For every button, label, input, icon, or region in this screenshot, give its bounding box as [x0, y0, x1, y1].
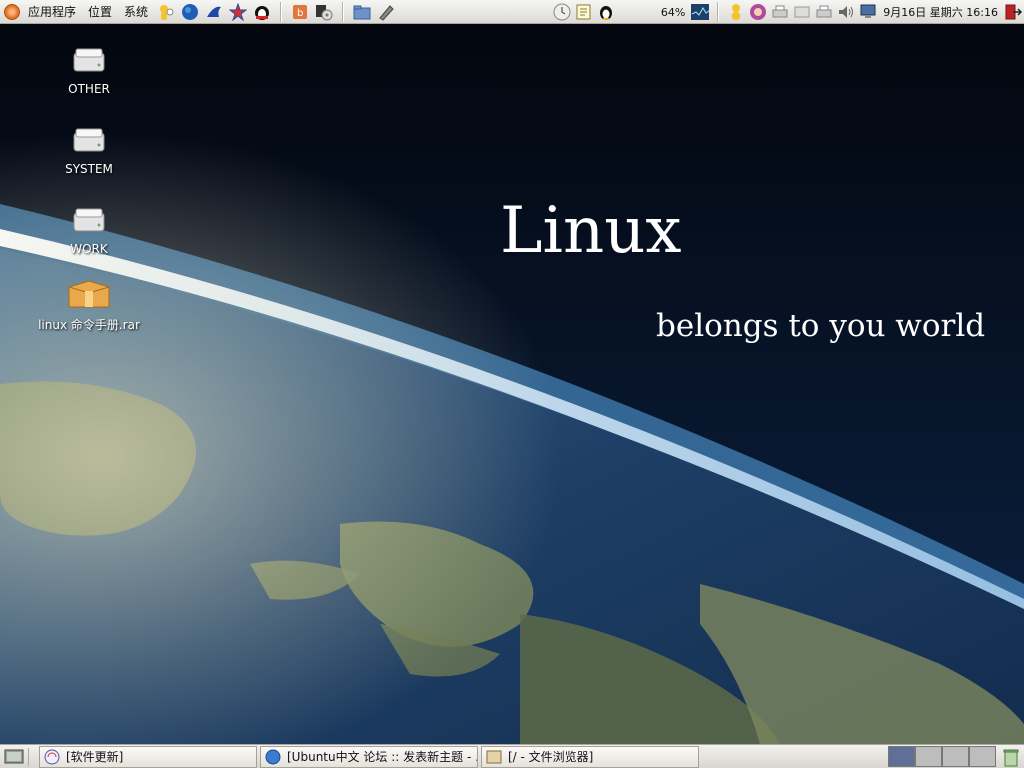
task-browser-forum[interactable]: [Ubuntu中文 论坛 :: 发表新主题 - ... [260, 745, 478, 768]
task-label: [软件更新] [66, 750, 124, 764]
notes-icon[interactable] [575, 3, 593, 21]
desktop-icon-archive[interactable]: linux 命令手册.rar [34, 276, 144, 333]
globe-icon [265, 749, 281, 764]
drive-icon [65, 122, 113, 158]
svg-text:b: b [297, 8, 303, 19]
ubuntu-logo-icon[interactable] [4, 3, 20, 20]
printer-icon[interactable] [771, 3, 789, 21]
menu-system[interactable]: 系统 [118, 0, 154, 24]
desktop-wallpaper: Linux belongs to you world [0, 24, 1024, 744]
pen-tool-icon[interactable] [376, 2, 396, 22]
ubuntu-box-icon[interactable]: b [290, 2, 310, 22]
desktop-icon-label: SYSTEM [65, 162, 113, 176]
task-file-browser[interactable]: [/ - 文件浏览器] [481, 745, 699, 768]
panel-separator [342, 1, 345, 22]
menu-places[interactable]: 位置 [82, 0, 118, 24]
task-label: [/ - 文件浏览器] [508, 750, 594, 764]
desktop-icon-system[interactable]: SYSTEM [34, 122, 144, 176]
media-player-icon[interactable] [314, 2, 334, 22]
printer-icon[interactable] [815, 3, 833, 21]
user-status-icon[interactable] [727, 3, 745, 21]
workspace-4[interactable] [969, 746, 996, 767]
desktop-icon-label: OTHER [68, 82, 110, 96]
task-software-update[interactable]: [软件更新] [39, 745, 257, 768]
wallpaper-title: Linux [500, 194, 682, 268]
network-icon[interactable] [859, 3, 877, 21]
panel-handle[interactable] [28, 747, 36, 766]
drive-icon [65, 202, 113, 238]
file-browser-icon [486, 750, 502, 763]
penguin-icon[interactable] [597, 3, 615, 21]
desktop-icon-label: linux 命令手册.rar [38, 318, 140, 332]
clock-datetime[interactable]: 9月16日 星期六 16:16 [879, 4, 1002, 20]
drive-icon [65, 42, 113, 78]
avatar-icon[interactable] [749, 3, 767, 21]
buddy-icon[interactable] [156, 2, 176, 22]
desktop-icon-other[interactable]: OTHER [34, 42, 144, 96]
archive-box-icon [65, 276, 113, 312]
desktop-icon-work[interactable]: WORK [34, 202, 144, 256]
volume-icon[interactable] [837, 3, 855, 21]
star-icon[interactable] [228, 2, 248, 22]
show-desktop-icon[interactable] [2, 746, 26, 768]
system-monitor-icon[interactable] [691, 3, 710, 21]
task-label: [Ubuntu中文 论坛 :: 发表新主题 - ... [287, 750, 478, 764]
keyboard-icon[interactable] [793, 3, 811, 21]
logout-icon[interactable] [1004, 3, 1022, 21]
penguin-chat-icon[interactable] [252, 2, 272, 22]
update-icon [44, 749, 60, 764]
clock-app-icon[interactable] [553, 3, 571, 21]
menu-applications[interactable]: 应用程序 [22, 0, 82, 24]
folder-icon[interactable] [352, 2, 372, 22]
panel-separator [717, 2, 720, 22]
workspace-2[interactable] [915, 746, 942, 767]
workspace-1[interactable] [888, 746, 915, 767]
panel-separator [280, 1, 283, 22]
workspace-switcher [888, 746, 996, 767]
cpu-percent: 64% [660, 5, 686, 19]
trash-icon[interactable] [1000, 746, 1022, 768]
top-panel: 应用程序 位置 系统 b 64% 9月16日 星期六 16:16 [0, 0, 1024, 24]
desktop-icon-label: WORK [70, 242, 108, 256]
system-tray: 64% 9月16日 星期六 16:16 [551, 0, 1024, 24]
bird-icon[interactable] [204, 2, 224, 22]
globe-icon[interactable] [180, 2, 200, 22]
wallpaper-subtitle: belongs to you world [656, 308, 986, 344]
bottom-panel: [软件更新] [Ubuntu中文 论坛 :: 发表新主题 - ... [/ - … [0, 744, 1024, 768]
workspace-3[interactable] [942, 746, 969, 767]
